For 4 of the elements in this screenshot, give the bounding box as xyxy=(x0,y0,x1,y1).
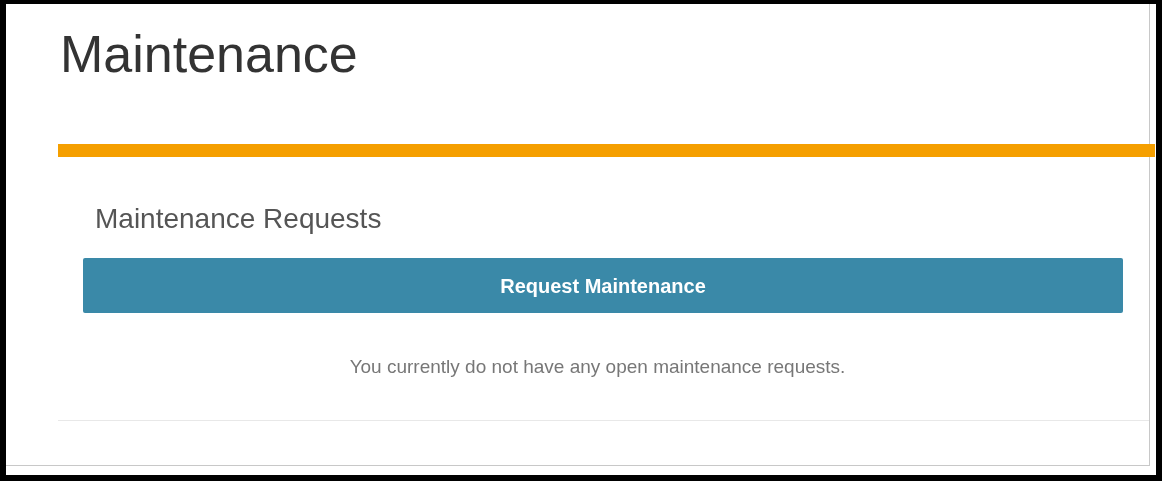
request-maintenance-button[interactable]: Request Maintenance xyxy=(83,258,1123,313)
empty-message: You currently do not have any open maintenance requests. xyxy=(348,355,847,379)
section-title: Maintenance Requests xyxy=(95,202,383,236)
page-title: Maintenance xyxy=(60,24,359,85)
